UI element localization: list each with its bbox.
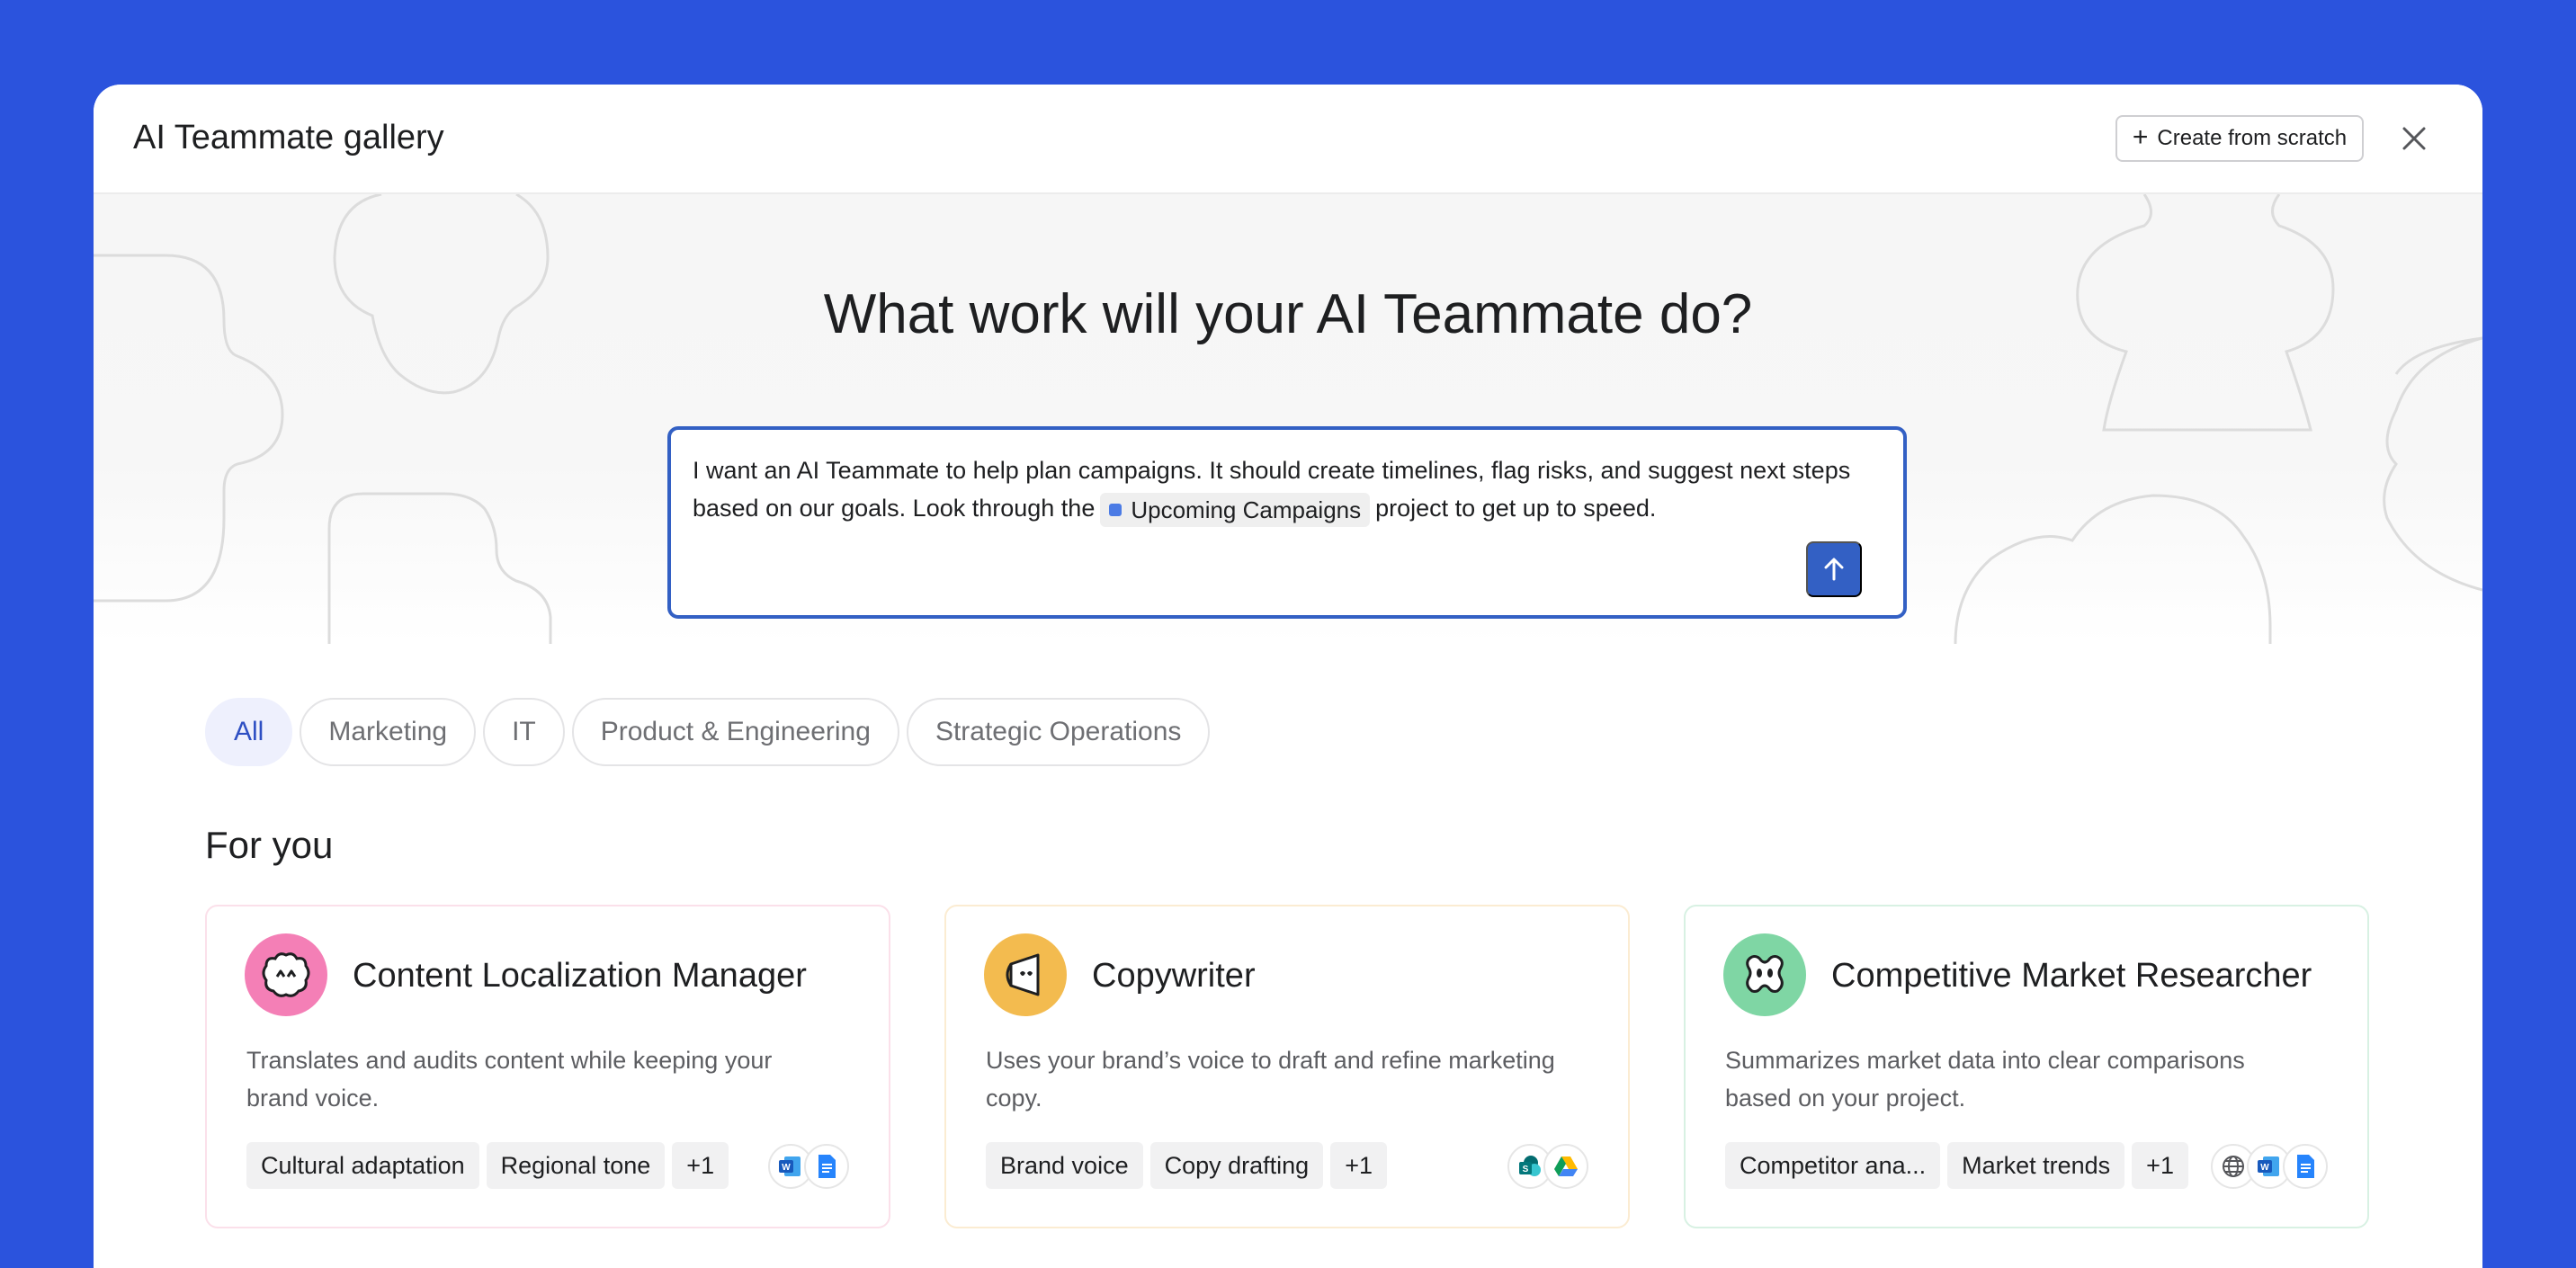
tag: Competitor ana... bbox=[1725, 1142, 1941, 1189]
svg-text:W: W bbox=[782, 1163, 791, 1173]
project-dot-icon bbox=[1109, 503, 1123, 516]
tag-more: +1 bbox=[1330, 1142, 1387, 1189]
close-icon[interactable] bbox=[2396, 121, 2432, 156]
card-apps: S bbox=[1507, 1144, 1588, 1189]
card-tags: Cultural adaptation Regional tone +1 bbox=[246, 1142, 729, 1189]
prompt-input[interactable]: I want an AI Teammate to help plan campa… bbox=[667, 426, 1907, 619]
card-title: Copywriter bbox=[1092, 957, 1256, 995]
modal-header: AI Teammate gallery + Create from scratc… bbox=[94, 85, 2482, 194]
section-title: For you bbox=[205, 824, 334, 866]
arrow-up-icon bbox=[1824, 558, 1844, 581]
tag-more: +1 bbox=[2132, 1142, 2188, 1189]
tag-more: +1 bbox=[672, 1142, 729, 1189]
hero-title: What work will your AI Teammate do? bbox=[823, 283, 1753, 345]
card-description: Uses your brand’s voice to draft and ref… bbox=[986, 1047, 1555, 1112]
plus-icon: + bbox=[2132, 122, 2149, 152]
tag: Cultural adaptation bbox=[246, 1142, 479, 1189]
docs-icon bbox=[804, 1144, 849, 1189]
send-button[interactable] bbox=[1806, 541, 1862, 597]
card-description: Translates and audits content while keep… bbox=[246, 1047, 773, 1112]
megaphone-face-icon bbox=[1006, 953, 1040, 996]
puzzle-face-icon bbox=[1746, 955, 1784, 993]
create-from-scratch-label: Create from scratch bbox=[2157, 126, 2348, 150]
prompt-text[interactable]: I want an AI Teammate to help plan campa… bbox=[693, 451, 1880, 527]
tag: Market trends bbox=[1947, 1142, 2125, 1189]
card-title: Content Localization Manager bbox=[353, 957, 807, 995]
card-apps: W bbox=[2211, 1144, 2328, 1189]
teammate-card-content-localization[interactable]: Content Localization Manager Translates … bbox=[205, 905, 890, 1228]
create-from-scratch-button[interactable]: + Create from scratch bbox=[2115, 115, 2364, 162]
filter-product-engineering[interactable]: Product & Engineering bbox=[571, 698, 899, 766]
teammate-card-copywriter[interactable]: Copywriter Uses your brand’s voice to dr… bbox=[944, 905, 1630, 1228]
card-title: Competitive Market Researcher bbox=[1831, 957, 2312, 995]
teammate-card-market-researcher[interactable]: Competitive Market Researcher Summarizes… bbox=[1684, 905, 2369, 1228]
avatar bbox=[1723, 933, 1806, 1016]
avatar bbox=[984, 933, 1067, 1016]
tag: Regional tone bbox=[486, 1142, 666, 1189]
card-tags: Brand voice Copy drafting +1 bbox=[986, 1142, 1387, 1189]
svg-text:S: S bbox=[1523, 1165, 1529, 1174]
gallery-modal: AI Teammate gallery + Create from scratc… bbox=[94, 85, 2482, 1268]
card-description: Summarizes market data into clear compar… bbox=[1725, 1047, 2245, 1112]
prompt-text-after: project to get up to speed. bbox=[1375, 495, 1657, 522]
tag: Brand voice bbox=[986, 1142, 1143, 1189]
card-tags: Competitor ana... Market trends +1 bbox=[1725, 1142, 2188, 1189]
filter-marketing[interactable]: Marketing bbox=[300, 698, 477, 766]
filter-strategic-operations[interactable]: Strategic Operations bbox=[906, 698, 1211, 766]
card-apps: W bbox=[768, 1144, 849, 1189]
google-drive-icon bbox=[1543, 1144, 1588, 1189]
filter-it[interactable]: IT bbox=[483, 698, 565, 766]
avatar bbox=[245, 933, 327, 1016]
project-chip-label: Upcoming Campaigns bbox=[1131, 496, 1362, 523]
svg-text:W: W bbox=[2260, 1163, 2269, 1173]
tag: Copy drafting bbox=[1149, 1142, 1324, 1189]
category-filters: All Marketing IT Product & Engineering S… bbox=[205, 698, 1211, 766]
docs-icon bbox=[2283, 1144, 2328, 1189]
project-chip[interactable]: Upcoming Campaigns bbox=[1100, 492, 1371, 527]
modal-title: AI Teammate gallery bbox=[133, 119, 444, 156]
filter-all[interactable]: All bbox=[205, 698, 293, 766]
flower-face-icon bbox=[262, 952, 310, 997]
